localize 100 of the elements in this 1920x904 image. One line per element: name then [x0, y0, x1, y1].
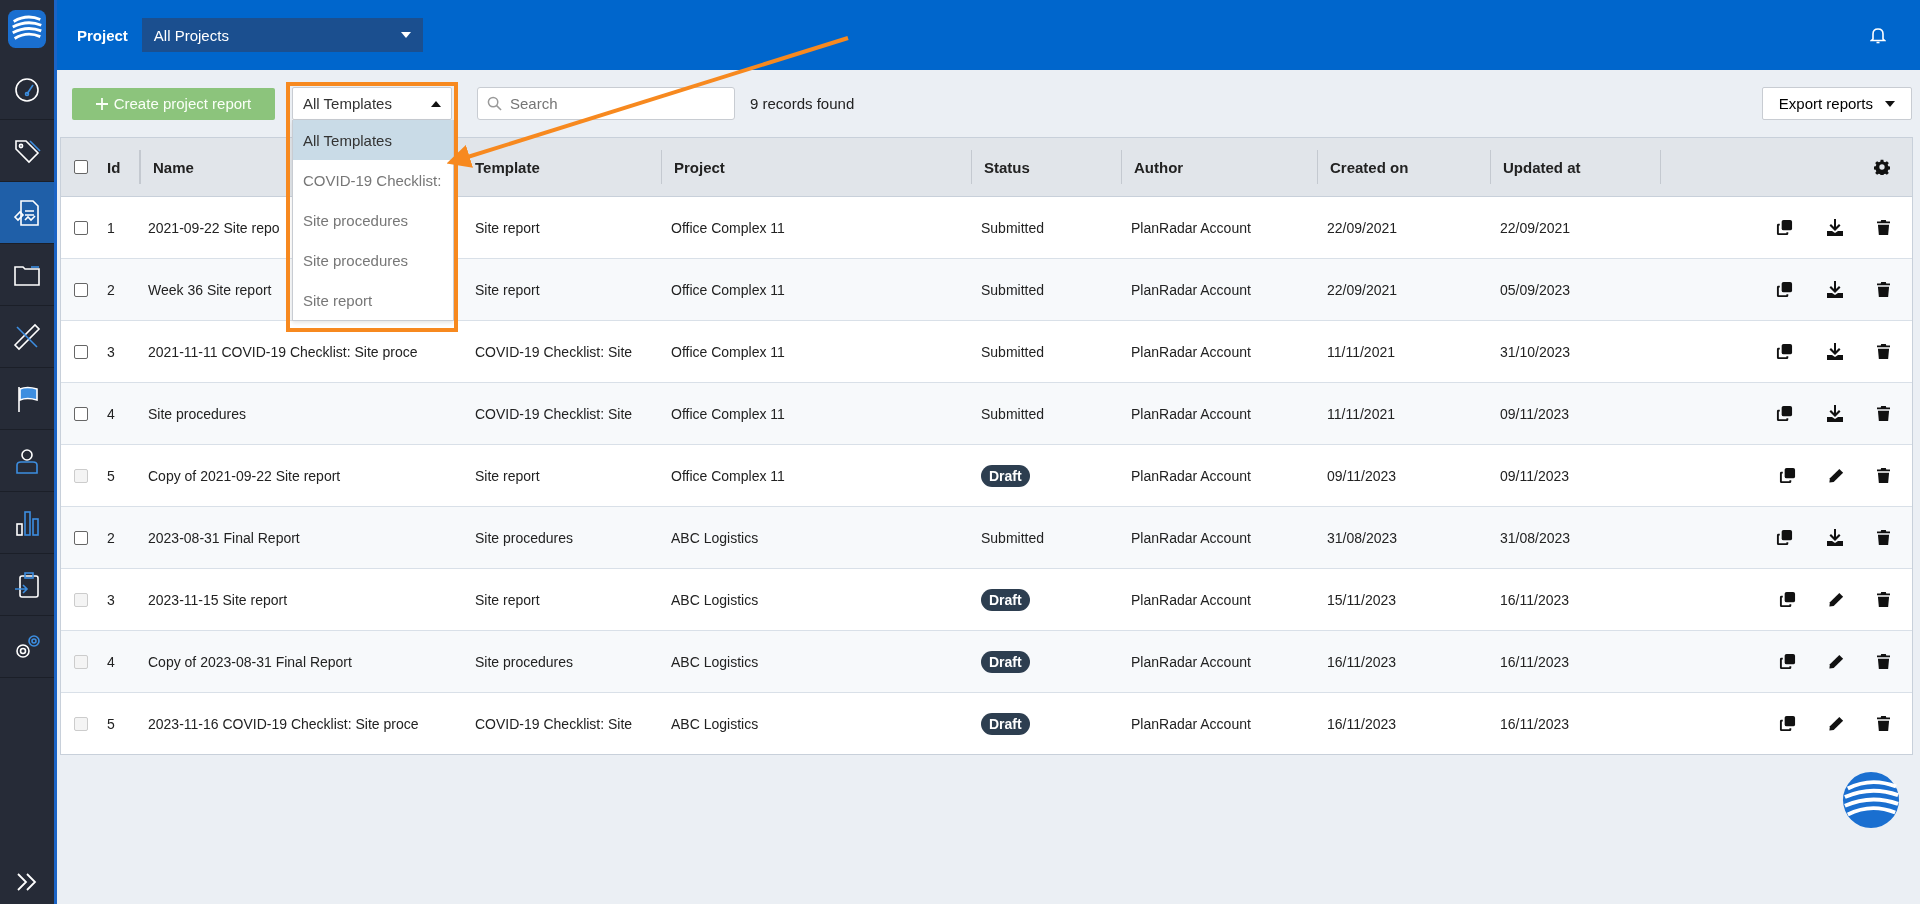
project-select[interactable]: All Projects	[141, 18, 423, 52]
column-header[interactable]: Id	[107, 158, 121, 176]
id-cell: 5	[107, 715, 115, 732]
updated-date-cell: 09/11/2023	[1500, 467, 1570, 484]
search-field[interactable]: Search	[477, 87, 735, 120]
download-icon[interactable]	[1825, 280, 1845, 299]
template-option[interactable]: Site report	[293, 280, 453, 320]
template-cell: COVID-19 Checklist: Site	[475, 715, 633, 732]
app-logo-icon	[8, 10, 46, 48]
column-header[interactable]: Name	[153, 158, 194, 176]
template-option[interactable]: All Templates	[293, 120, 453, 160]
download-icon[interactable]	[1825, 528, 1845, 547]
select-all-checkbox[interactable]	[74, 160, 88, 174]
export-reports-button[interactable]: Export reports	[1761, 87, 1912, 120]
row-checkbox[interactable]	[74, 282, 88, 297]
author-cell: PlanRadar Account	[1131, 653, 1251, 670]
row-checkbox[interactable]	[74, 344, 88, 359]
project-cell: Office Complex 11	[671, 343, 785, 360]
pencil-icon[interactable]	[1828, 591, 1845, 608]
trash-icon[interactable]	[1877, 530, 1890, 545]
id-cell: 2	[107, 281, 115, 298]
name-cell: 2023-11-15 Site report	[148, 591, 288, 608]
project-label: Project	[77, 26, 128, 44]
created-date-cell: 15/11/2023	[1327, 591, 1397, 608]
trash-icon[interactable]	[1877, 406, 1890, 421]
pencil-icon[interactable]	[1828, 715, 1845, 732]
duplicate-icon[interactable]	[1776, 405, 1793, 422]
trash-icon[interactable]	[1877, 282, 1890, 297]
template-option[interactable]: Site procedures	[293, 240, 453, 280]
duplicate-icon[interactable]	[1779, 591, 1796, 608]
settings-icon[interactable]	[1874, 159, 1890, 175]
duplicate-icon[interactable]	[1779, 653, 1796, 670]
row-checkbox[interactable]	[74, 220, 88, 235]
project-cell: ABC Logistics	[671, 529, 759, 546]
name-cell: 2021-11-11 COVID-19 Checklist: Site proce	[148, 343, 418, 360]
column-header[interactable]: Author	[1134, 158, 1184, 176]
template-cell: Site procedures	[475, 529, 574, 546]
status-cell: Submitted	[981, 529, 1045, 546]
trash-icon[interactable]	[1877, 592, 1890, 607]
id-cell: 3	[107, 343, 115, 360]
project-cell: Office Complex 11	[671, 219, 785, 236]
author-cell: PlanRadar Account	[1131, 715, 1251, 732]
name-cell: Copy of 2023-08-31 Final Report	[148, 653, 352, 670]
project-cell: ABC Logistics	[671, 715, 759, 732]
id-cell: 5	[107, 467, 115, 484]
pencil-icon[interactable]	[1828, 467, 1845, 484]
row-checkbox[interactable]	[74, 530, 88, 545]
duplicate-icon[interactable]	[1779, 715, 1796, 732]
name-cell: Site procedures	[148, 405, 247, 422]
notification-bell-icon[interactable]	[1870, 26, 1886, 44]
updated-date-cell: 09/11/2023	[1500, 405, 1570, 422]
created-date-cell: 11/11/2021	[1327, 405, 1395, 422]
template-cell: Site report	[475, 467, 540, 484]
name-cell: Copy of 2021-09-22 Site report	[148, 467, 341, 484]
author-cell: PlanRadar Account	[1131, 405, 1251, 422]
expand-chevrons-icon[interactable]	[15, 872, 39, 892]
column-header[interactable]: Status	[984, 158, 1030, 176]
sidebar-nav-item[interactable]	[0, 182, 54, 244]
pencil-icon[interactable]	[1828, 653, 1845, 670]
project-cell: Office Complex 11	[671, 467, 785, 484]
trash-icon[interactable]	[1877, 344, 1890, 359]
status-cell: Submitted	[981, 281, 1045, 298]
duplicate-icon[interactable]	[1776, 343, 1793, 360]
row-checkbox[interactable]	[74, 406, 88, 421]
id-cell: 4	[107, 653, 115, 670]
template-option[interactable]: COVID-19 Checklist:	[293, 160, 453, 200]
template-filter-select[interactable]: All Templates	[292, 87, 452, 120]
download-icon[interactable]	[1825, 404, 1845, 423]
template-cell: Site report	[475, 281, 540, 298]
trash-icon[interactable]	[1877, 220, 1890, 235]
status-cell: Submitted	[981, 405, 1045, 422]
duplicate-icon[interactable]	[1776, 281, 1793, 298]
template-cell: Site report	[475, 591, 540, 608]
column-header[interactable]: Template	[475, 158, 540, 176]
author-cell: PlanRadar Account	[1131, 591, 1251, 608]
column-header[interactable]: Created on	[1330, 158, 1409, 176]
column-header[interactable]: Project	[674, 158, 725, 176]
created-date-cell: 11/11/2021	[1327, 343, 1395, 360]
plus-icon	[95, 97, 108, 110]
author-cell: PlanRadar Account	[1131, 219, 1251, 236]
column-header[interactable]: Updated at	[1503, 158, 1581, 176]
template-cell: Site procedures	[475, 653, 574, 670]
duplicate-icon[interactable]	[1776, 529, 1793, 546]
download-icon[interactable]	[1825, 218, 1845, 237]
project-cell: ABC Logistics	[671, 591, 759, 608]
trash-icon[interactable]	[1877, 716, 1890, 731]
template-cell: Site report	[475, 219, 540, 236]
id-cell: 1	[107, 219, 115, 236]
updated-date-cell: 22/09/2021	[1500, 219, 1571, 236]
project-cell: Office Complex 11	[671, 281, 785, 298]
author-cell: PlanRadar Account	[1131, 281, 1251, 298]
trash-icon[interactable]	[1877, 654, 1890, 669]
updated-date-cell: 16/11/2023	[1500, 653, 1570, 670]
duplicate-icon[interactable]	[1776, 219, 1793, 236]
download-icon[interactable]	[1825, 342, 1845, 361]
updated-date-cell: 16/11/2023	[1500, 591, 1570, 608]
trash-icon[interactable]	[1877, 468, 1890, 483]
draft-status-badge: Draft	[981, 588, 1030, 611]
duplicate-icon[interactable]	[1779, 467, 1796, 484]
template-option[interactable]: Site procedures	[293, 200, 453, 240]
